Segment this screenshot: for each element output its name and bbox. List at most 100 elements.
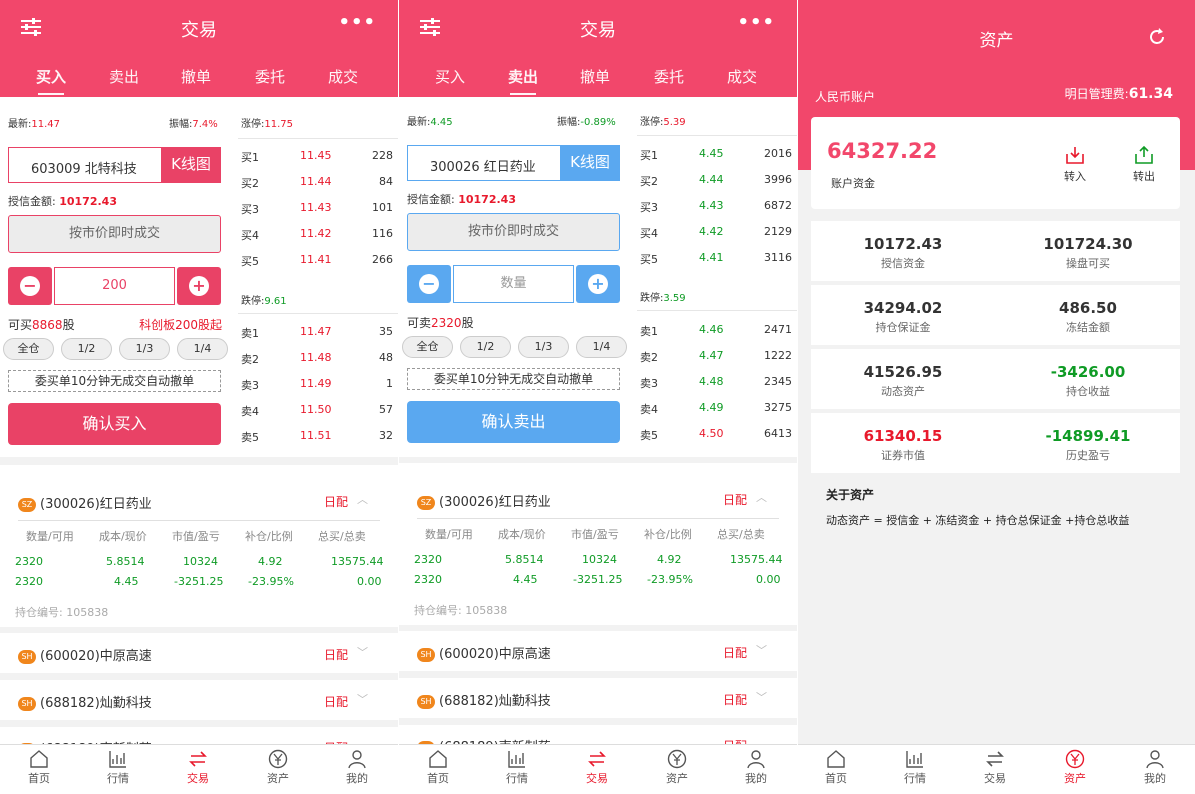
position-card[interactable]: SH (600020)中原高速 日配 ﹀	[0, 633, 398, 673]
confirm-buy-button[interactable]: 确认买入	[8, 403, 221, 445]
nav-trade[interactable]: 交易	[178, 749, 218, 786]
stat-label: 证券市值	[881, 449, 925, 462]
kline-button[interactable]: K线图	[161, 147, 221, 183]
tab-cancel[interactable]: 撤单	[181, 66, 211, 87]
nav-trade[interactable]: 交易	[577, 749, 617, 786]
order-book: 涨停:11.75 买1 11.45 228 买2 11.44 84 买3 11.43 101…	[238, 97, 398, 457]
plus-button[interactable]: +	[177, 267, 221, 305]
refresh-icon[interactable]	[1147, 27, 1167, 47]
nav-mine[interactable]: 我的	[736, 749, 776, 786]
market-price-button[interactable]: 按市价即时成交	[407, 213, 620, 251]
nav-market[interactable]: 行情	[98, 749, 138, 786]
cell: 10324	[183, 555, 218, 568]
buy-panel: 交易 ••• 买入 卖出 撤单 委托 成交 最新:11.47 振幅:7.4% 6…	[0, 0, 398, 794]
more-icon[interactable]: •••	[737, 12, 775, 33]
account-label: 人民币账户	[815, 90, 876, 104]
fraction-quarter[interactable]: 1/4	[576, 336, 627, 358]
limit-up: 涨停:11.75	[241, 119, 294, 130]
stat-value: 34294.02	[863, 299, 943, 317]
chart-icon	[109, 751, 126, 768]
cell: 13575.44	[331, 555, 384, 568]
home-icon	[30, 750, 48, 768]
position-card[interactable]: SH (688182)灿勤科技 日配 ﹀	[0, 680, 398, 720]
financing-badge: 日配	[323, 648, 348, 662]
financing-badge: 日配	[722, 693, 747, 707]
tab-entrust[interactable]: 委托	[255, 66, 285, 87]
nav-asset[interactable]: 资产	[258, 749, 298, 786]
ask-row: 卖3 11.49 1	[241, 377, 393, 392]
tab-deal[interactable]: 成交	[328, 66, 358, 87]
quantity-stepper: − 200 +	[8, 267, 221, 305]
user-icon	[348, 750, 366, 769]
position-title: SZ (300026)红日药业	[18, 493, 152, 512]
chevron-up-icon[interactable]: ︿	[357, 491, 368, 507]
stat-value: 10172.43	[863, 235, 943, 253]
nav-asset[interactable]: 资产	[657, 749, 697, 786]
stock-code-input[interactable]: 300026 红日药业 K线图	[407, 145, 620, 181]
chevron-up-icon[interactable]: ︿	[756, 489, 767, 505]
position-card[interactable]: SZ (300026)红日药业 日配 ︿ 数量/可用 成本/现价 市值/盈亏 补仓…	[399, 463, 797, 625]
chevron-down-icon[interactable]: ﹀	[357, 691, 368, 707]
quantity-field[interactable]: 200	[54, 267, 175, 305]
plus-button[interactable]: +	[576, 265, 620, 303]
nav-mine[interactable]: 我的	[337, 749, 377, 786]
exchange-icon	[986, 751, 1004, 767]
transfer-out-button[interactable]: 转出	[1129, 145, 1159, 184]
tab-cancel[interactable]: 撤单	[580, 66, 610, 87]
market-price-button[interactable]: 按市价即时成交	[8, 215, 221, 253]
nav-home[interactable]: 首页	[418, 749, 458, 786]
fraction-half[interactable]: 1/2	[61, 338, 112, 360]
nav-mine[interactable]: 我的	[1135, 749, 1175, 786]
nav-asset[interactable]: 资产	[1055, 749, 1095, 786]
ask-row: 卖4 11.50 57	[241, 403, 393, 418]
position-id: 持仓编号: 105838	[15, 606, 109, 619]
ask-row: 卖5 4.50 6413	[640, 427, 792, 442]
bid-row: 买2 4.44 3996	[640, 173, 792, 188]
order-form: 最新:11.47 振幅:7.4% 603009 北特科技 K线图 授信金额: 1…	[0, 97, 238, 457]
fraction-full[interactable]: 全仓	[402, 336, 453, 358]
tab-buy[interactable]: 买入	[36, 66, 66, 95]
position-title: SZ (300026)红日药业	[417, 491, 551, 510]
confirm-sell-button[interactable]: 确认卖出	[407, 401, 620, 443]
nav-market[interactable]: 行情	[895, 749, 935, 786]
account-funds-label: 账户资金	[831, 177, 875, 190]
quantity-field[interactable]: 数量	[453, 265, 574, 303]
kline-button[interactable]: K线图	[560, 145, 620, 181]
stat-label: 持仓保证金	[875, 321, 931, 334]
col-header: 市值/盈亏	[172, 530, 220, 543]
stat-item: 41526.95 动态资产	[828, 363, 978, 399]
tab-buy[interactable]: 买入	[435, 66, 465, 87]
tab-deal[interactable]: 成交	[727, 66, 757, 87]
fraction-half[interactable]: 1/2	[460, 336, 511, 358]
more-icon[interactable]: •••	[338, 12, 376, 33]
user-icon	[1146, 750, 1164, 769]
nav-home[interactable]: 首页	[816, 749, 856, 786]
minus-button[interactable]: −	[407, 265, 451, 303]
stat-item: -14899.41 历史盈亏	[1013, 427, 1163, 463]
position-card[interactable]: SZ (300026)红日药业 日配 ︿ 数量/可用 成本/现价 市值/盈亏 补仓…	[0, 465, 398, 627]
minus-button[interactable]: −	[8, 267, 52, 305]
position-card[interactable]: SH (600020)中原高速 日配 ﹀	[399, 631, 797, 671]
chevron-down-icon[interactable]: ﹀	[756, 689, 767, 705]
nav-trade[interactable]: 交易	[975, 749, 1015, 786]
nav-home[interactable]: 首页	[19, 749, 59, 786]
ask-row: 卖2 4.47 1222	[640, 349, 792, 364]
bottom-nav: 首页 行情 交易 资产 我的	[399, 744, 797, 794]
fraction-full[interactable]: 全仓	[3, 338, 54, 360]
chevron-down-icon[interactable]: ﹀	[357, 644, 368, 660]
nav-market[interactable]: 行情	[497, 749, 537, 786]
fraction-third[interactable]: 1/3	[518, 336, 569, 358]
col-header: 补仓/比例	[245, 530, 293, 543]
transfer-in-button[interactable]: 转入	[1060, 145, 1090, 184]
stock-code-input[interactable]: 603009 北特科技 K线图	[8, 147, 221, 183]
chevron-down-icon[interactable]: ﹀	[756, 642, 767, 658]
fraction-quarter[interactable]: 1/4	[177, 338, 228, 360]
tab-sell[interactable]: 卖出	[508, 66, 538, 95]
financing-badge: 日配	[323, 495, 348, 509]
tab-entrust[interactable]: 委托	[654, 66, 684, 87]
cell: 5.8514	[106, 555, 145, 568]
tab-sell[interactable]: 卖出	[109, 66, 139, 87]
stat-label: 授信资金	[881, 257, 925, 270]
fraction-third[interactable]: 1/3	[119, 338, 170, 360]
position-card[interactable]: SH (688182)灿勤科技 日配 ﹀	[399, 678, 797, 718]
